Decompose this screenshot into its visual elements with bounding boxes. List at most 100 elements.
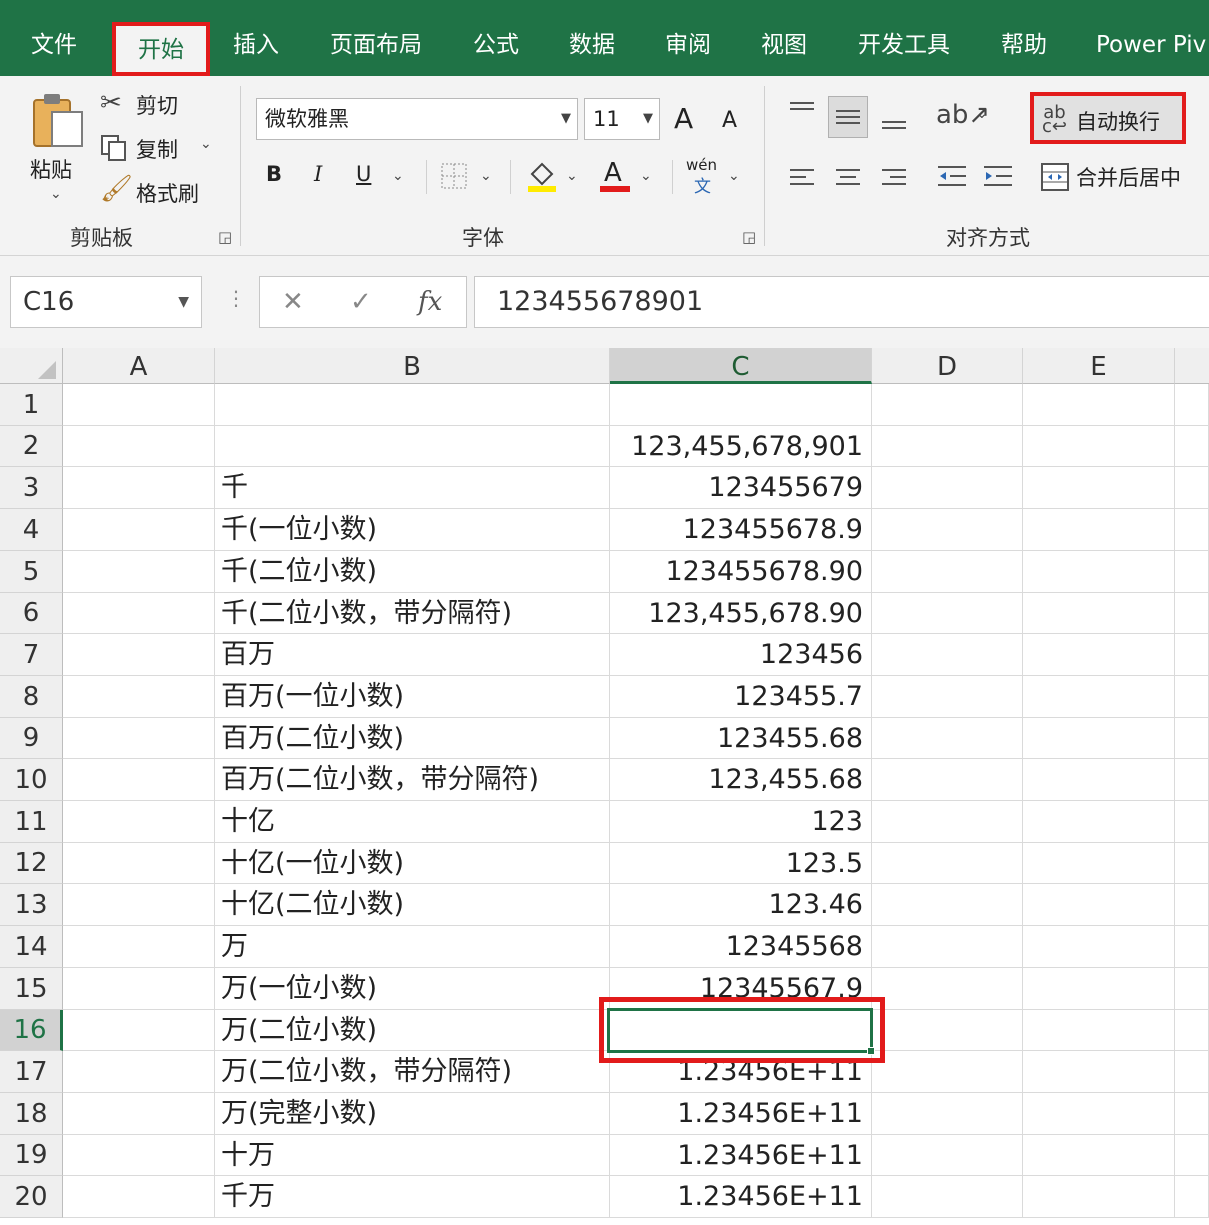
row-header[interactable]: 6 (0, 593, 63, 634)
enter-icon[interactable]: ✓ (350, 287, 372, 317)
cell-a[interactable] (63, 884, 215, 926)
tab-view[interactable]: 视图 (748, 20, 820, 70)
cell-b[interactable]: 十万 (215, 1135, 610, 1176)
cell-b[interactable]: 千(二位小数，带分隔符) (215, 593, 610, 634)
chevron-down-icon[interactable]: ⌄ (976, 106, 988, 122)
cell-c[interactable]: 123.46 (610, 884, 872, 926)
chevron-down-icon[interactable]: ⌄ (728, 168, 740, 184)
cell-a[interactable] (63, 384, 215, 426)
cell-b[interactable] (215, 384, 610, 426)
column-header-b[interactable]: B (215, 348, 610, 384)
cell-d[interactable] (872, 551, 1023, 593)
tab-file[interactable]: 文件 (18, 20, 90, 70)
cell-b[interactable]: 万(二位小数) (215, 1010, 610, 1051)
cell-f[interactable] (1175, 509, 1209, 551)
cell-e[interactable] (1023, 801, 1175, 843)
cell-d[interactable] (872, 1010, 1023, 1051)
more-icon[interactable]: ⋮ (226, 286, 246, 310)
cell-d[interactable] (872, 634, 1023, 676)
wrap-text-button[interactable]: ab c↩ 自动换行 (1030, 92, 1186, 144)
cell-f[interactable] (1175, 843, 1209, 884)
dialog-launcher-icon[interactable]: ◲ (218, 228, 232, 246)
border-icon[interactable] (440, 162, 468, 190)
cell-e[interactable] (1023, 384, 1175, 426)
tab-help[interactable]: 帮助 (988, 20, 1060, 70)
cell-e[interactable] (1023, 1135, 1175, 1176)
column-header-a[interactable]: A (63, 348, 215, 384)
formula-input[interactable]: 123455678901 (474, 276, 1209, 328)
cell-e[interactable] (1023, 1010, 1175, 1051)
tab-developer[interactable]: 开发工具 (846, 20, 962, 70)
cell-a[interactable] (63, 634, 215, 676)
row-header[interactable]: 9 (0, 718, 63, 759)
tab-home[interactable]: 开始 (112, 22, 210, 76)
row-header[interactable]: 7 (0, 634, 63, 676)
italic-button[interactable]: I (314, 162, 322, 186)
cell-e[interactable] (1023, 1051, 1175, 1093)
align-center-icon[interactable] (834, 166, 862, 190)
cell-f[interactable] (1175, 634, 1209, 676)
row-header[interactable]: 8 (0, 676, 63, 718)
cell-f[interactable] (1175, 676, 1209, 718)
cell-f[interactable] (1175, 968, 1209, 1010)
cell-b[interactable]: 十亿 (215, 801, 610, 843)
increase-font-size-button[interactable]: A (674, 102, 693, 135)
font-color-button[interactable]: A (600, 158, 632, 194)
cell-d[interactable] (872, 593, 1023, 634)
cell-c[interactable]: 123456 (610, 634, 872, 676)
cell-a[interactable] (63, 968, 215, 1010)
cell-c[interactable]: 123,455,678,901 (610, 426, 872, 467)
cell-d[interactable] (872, 1051, 1023, 1093)
row-header[interactable]: 2 (0, 426, 63, 467)
row-header[interactable]: 18 (0, 1093, 63, 1135)
cell-c[interactable]: 123455678.90 (610, 551, 872, 593)
cell-b[interactable]: 百万(一位小数) (215, 676, 610, 718)
cell-e[interactable] (1023, 1176, 1175, 1218)
cell-c[interactable]: 123,455,678.90 (610, 593, 872, 634)
cell-d[interactable] (872, 718, 1023, 759)
cell-e[interactable] (1023, 509, 1175, 551)
tab-power-pivot[interactable]: Power Piv (1086, 20, 1209, 70)
cell-a[interactable] (63, 1051, 215, 1093)
cell-d[interactable] (872, 676, 1023, 718)
column-header-c[interactable]: C (610, 348, 872, 384)
cell-f[interactable] (1175, 1010, 1209, 1051)
cell-f[interactable] (1175, 426, 1209, 467)
cell-a[interactable] (63, 1176, 215, 1218)
tab-review[interactable]: 审阅 (652, 20, 724, 70)
cell-a[interactable] (63, 1135, 215, 1176)
cell-d[interactable] (872, 1176, 1023, 1218)
cell-e[interactable] (1023, 843, 1175, 884)
cell-e[interactable] (1023, 467, 1175, 509)
cell-c[interactable]: 1.23456E+11 (610, 1051, 872, 1093)
cell-b[interactable]: 万(二位小数，带分隔符) (215, 1051, 610, 1093)
align-right-icon[interactable] (880, 166, 908, 190)
cell-d[interactable] (872, 843, 1023, 884)
cell-a[interactable] (63, 593, 215, 634)
chevron-down-icon[interactable]: ⌄ (392, 168, 404, 184)
cell-a[interactable] (63, 467, 215, 509)
format-painter-button[interactable]: 🖌 格式刷 (100, 176, 220, 208)
cell-a[interactable] (63, 509, 215, 551)
cell-e[interactable] (1023, 426, 1175, 467)
row-header[interactable]: 13 (0, 884, 63, 926)
cell-f[interactable] (1175, 551, 1209, 593)
fill-color-icon[interactable] (526, 158, 558, 194)
underline-button[interactable]: U (356, 162, 371, 186)
cell-c[interactable]: 123,455.68 (610, 759, 872, 801)
cell-e[interactable] (1023, 551, 1175, 593)
cell-c[interactable]: 123455.7 (610, 676, 872, 718)
cell-e[interactable] (1023, 884, 1175, 926)
column-header-d[interactable]: D (872, 348, 1023, 384)
cell-f[interactable] (1175, 759, 1209, 801)
column-header-e[interactable]: E (1023, 348, 1175, 384)
cell-e[interactable] (1023, 968, 1175, 1010)
cell-a[interactable] (63, 1010, 215, 1051)
row-header[interactable]: 4 (0, 509, 63, 551)
cell-b[interactable]: 千(二位小数) (215, 551, 610, 593)
row-header[interactable]: 11 (0, 801, 63, 843)
cell-b[interactable] (215, 426, 610, 467)
font-name-select[interactable]: 微软雅黑 ▼ (256, 98, 578, 140)
cell-d[interactable] (872, 884, 1023, 926)
font-size-select[interactable]: 11 ▼ (584, 98, 660, 140)
